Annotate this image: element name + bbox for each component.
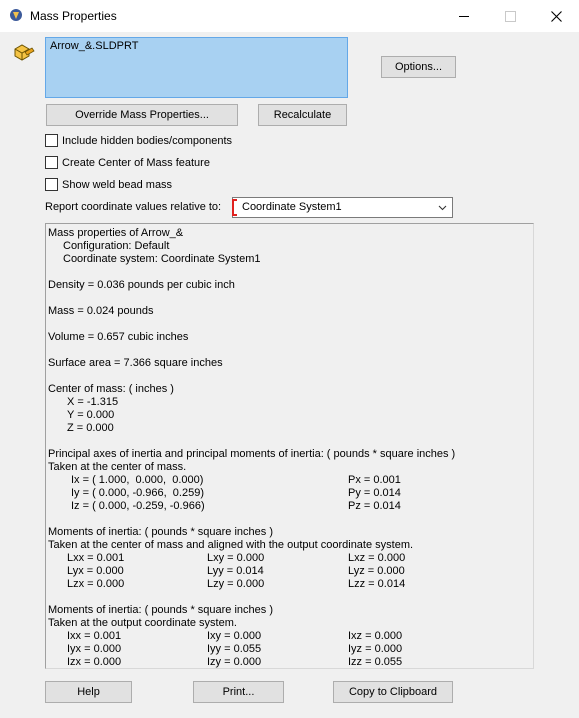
results-moi-com-cell: Lyy = 0.014 [207,565,264,577]
include-hidden-bodies-checkbox-row[interactable]: Include hidden bodies/components [45,134,232,147]
results-principal-pz: Pz = 0.014 [348,500,401,512]
results-moi-out-cell: Izz = 0.055 [348,656,403,668]
maximize-icon [504,10,516,22]
results-moi-com-cell: Lyz = 0.000 [348,565,405,577]
results-principal-py: Py = 0.014 [348,487,401,499]
results-coord-system: Coordinate system: Coordinate System1 [63,253,261,265]
create-com-feature-checkbox[interactable] [45,156,58,169]
options-button[interactable]: Options... [381,56,456,78]
results-com-y: Y = 0.000 [67,409,115,421]
results-mass: Mass = 0.024 pounds [48,305,154,317]
show-weld-bead-label: Show weld bead mass [62,178,173,191]
results-moi-out-sub: Taken at the output coordinate system. [48,617,237,629]
results-moi-out-cell: Ixz = 0.000 [348,630,403,642]
results-moi-com-cell: Lxy = 0.000 [207,552,265,564]
results-principal-iz: Iz = ( 0.000, -0.259, -0.966) [71,500,205,512]
include-hidden-bodies-checkbox[interactable] [45,134,58,147]
results-moi-com-cell: Lzz = 0.014 [348,578,406,590]
results-principal-iy: Iy = ( 0.000, -0.966, 0.259) [71,487,204,499]
results-moi-out-cell: Ixx = 0.001 [67,630,122,642]
part-icon [14,44,35,61]
results-principal-px: Px = 0.001 [348,474,401,486]
results-moi-out-cell: Iyx = 0.000 [67,643,122,655]
maximize-button[interactable] [487,0,533,32]
minimize-button[interactable] [441,0,487,32]
create-com-feature-checkbox-row[interactable]: Create Center of Mass feature [45,156,210,169]
include-hidden-bodies-label: Include hidden bodies/components [62,134,233,147]
selection-marker [232,199,237,216]
results-moi-out-cell: Iyy = 0.055 [207,643,262,655]
print-button[interactable]: Print... [193,681,284,703]
create-com-feature-label: Create Center of Mass feature [62,156,210,169]
results-com-x: X = -1.315 [67,396,119,408]
solidworks-app-icon [10,9,22,21]
coordinate-system-value: Coordinate System1 [242,201,342,213]
results-density: Density = 0.036 pounds per cubic inch [48,279,235,291]
help-button[interactable]: Help [45,681,132,703]
results-moi-out-cell: Ixy = 0.000 [207,630,262,642]
results-com-title: Center of mass: ( inches ) [48,383,174,395]
results-text-area[interactable]: Mass properties of Arrow_& Configuration… [45,223,534,669]
results-moi-com-sub: Taken at the center of mass and aligned … [48,539,414,551]
close-button[interactable] [533,0,579,32]
results-moi-out-title: Moments of inertia: ( pounds * square in… [48,604,274,616]
show-weld-bead-checkbox-row[interactable]: Show weld bead mass [45,178,172,191]
report-coordinate-label: Report coordinate values relative to: [45,201,222,213]
results-principal-sub: Taken at the center of mass. [48,461,187,473]
results-moi-com-cell: Lxx = 0.001 [67,552,125,564]
results-moi-out-cell: Izx = 0.000 [67,656,122,668]
selection-listbox[interactable]: Arrow_&.SLDPRT [45,37,348,98]
results-principal-title: Principal axes of inertia and principal … [48,448,456,460]
title-bar: Mass Properties [0,0,579,32]
results-moi-com-cell: Lzy = 0.000 [207,578,265,590]
results-moi-com-title: Moments of inertia: ( pounds * square in… [48,526,274,538]
results-surface-area: Surface area = 7.366 square inches [48,357,223,369]
copy-to-clipboard-button[interactable]: Copy to Clipboard [333,681,453,703]
show-weld-bead-checkbox[interactable] [45,178,58,191]
window-title: Mass Properties [30,9,117,23]
coordinate-system-dropdown[interactable]: Coordinate System1 [232,197,453,218]
results-com-z: Z = 0.000 [67,422,114,434]
results-configuration: Configuration: Default [63,240,170,252]
results-moi-out-cell: Izy = 0.000 [207,656,262,668]
results-moi-com-cell: Lzx = 0.000 [67,578,125,590]
results-volume: Volume = 0.657 cubic inches [48,331,189,343]
override-mass-properties-button[interactable]: Override Mass Properties... [46,104,238,126]
chevron-down-icon [438,205,447,211]
results-moi-com-cell: Lyx = 0.000 [67,565,124,577]
results-principal-ix: Ix = ( 1.000, 0.000, 0.000) [71,474,204,486]
recalculate-button[interactable]: Recalculate [258,104,347,126]
results-moi-out-cell: Iyz = 0.000 [348,643,403,655]
minimize-icon [459,15,469,17]
results-moi-com-cell: Lxz = 0.000 [348,552,406,564]
close-icon [550,10,562,22]
results-header: Mass properties of Arrow_& [48,227,184,239]
selected-part-item[interactable]: Arrow_&.SLDPRT [50,40,138,52]
